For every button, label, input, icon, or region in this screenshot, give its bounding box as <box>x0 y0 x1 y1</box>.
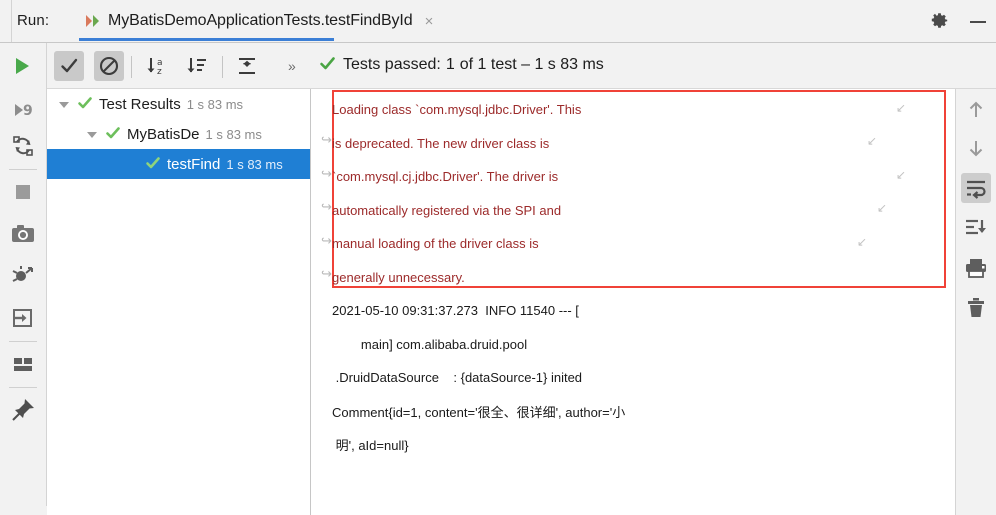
gear-icon[interactable] <box>930 11 950 31</box>
chevron-down-icon[interactable] <box>59 99 70 110</box>
camera-snapshot-icon[interactable] <box>8 219 38 249</box>
tree-row-label: MyBatisDe <box>127 125 200 143</box>
rerun-automatically-icon[interactable] <box>8 131 38 161</box>
console-line: 2021-05-10 09:31:37.273 INFO 11540 --- [ <box>332 303 579 319</box>
console-line: Loading class `com.mysql.jdbc.Driver'. T… <box>332 102 582 118</box>
tree-row-test-find-by-id[interactable]: testFind 1 s 83 ms <box>47 149 310 179</box>
rerun-play-icon[interactable] <box>16 58 29 74</box>
test-results-tree[interactable]: Test Results 1 s 83 ms MyBatisDe 1 s 83 … <box>47 89 311 515</box>
toolbar-overflow-button[interactable]: » <box>288 58 296 74</box>
svg-text:z: z <box>157 67 162 77</box>
soft-wrap-tail-icon: ↙ <box>857 235 868 249</box>
pin-tab-icon[interactable] <box>8 395 38 425</box>
sort-alphabetically-icon[interactable]: a z <box>142 51 172 81</box>
tab-active-underline <box>79 38 334 41</box>
close-icon[interactable]: × <box>425 14 434 29</box>
jump-to-source-icon[interactable] <box>8 303 38 333</box>
console-output[interactable]: Loading class `com.mysql.jdbc.Driver'. T… <box>311 89 955 515</box>
rerun-column <box>0 43 47 89</box>
console-line: Comment{id=1, content='很全、很详细', author='… <box>332 404 626 420</box>
soft-wrap-head-icon: ↪ <box>321 167 332 182</box>
soft-wrap-head-icon: ↪ <box>321 234 332 249</box>
minimize-icon[interactable] <box>968 11 988 31</box>
soft-wrap-head-icon: ↪ <box>321 267 332 282</box>
tree-row-mybatis-demo[interactable]: MyBatisDe 1 s 83 ms <box>47 119 310 149</box>
soft-wrap-tail-icon: ↙ <box>877 201 888 215</box>
tree-row-test-results[interactable]: Test Results 1 s 83 ms <box>47 89 310 119</box>
run-window-left-toolbar: 9 <box>0 89 47 515</box>
toolbar-separator-1 <box>131 56 132 78</box>
green-check-icon <box>105 125 121 144</box>
bottom-left-corner <box>0 506 47 515</box>
soft-wrap-head-icon: ↪ <box>321 200 332 215</box>
left-toolbar-separator-3 <box>9 387 37 388</box>
console-line: main] com.alibaba.druid.pool <box>332 336 528 352</box>
trash-icon[interactable] <box>961 293 991 323</box>
tab-title: MyBatisDemoApplicationTests.testFindById <box>108 12 413 29</box>
tree-row-duration: 1 s 83 ms <box>205 126 262 142</box>
run-window-label: Run: <box>17 12 50 29</box>
toolbar-separator-2 <box>222 56 223 78</box>
console-line: generally unnecessary. <box>332 269 465 285</box>
soft-wrap-icon[interactable] <box>961 173 991 203</box>
stop-icon[interactable] <box>8 177 38 207</box>
green-check-icon <box>145 155 161 174</box>
soft-wrap-head-icon: ↪ <box>321 133 332 148</box>
chevron-down-icon[interactable] <box>87 129 98 140</box>
console-line: .DruidDataSource : {dataSource-1} inited <box>332 370 583 386</box>
console-line: `com.mysql.cj.jdbc.Driver'. The driver i… <box>332 169 559 185</box>
console-line: automatically registered via the SPI and <box>332 202 562 218</box>
rerun-failed-tests-icon[interactable]: 9 <box>8 95 38 125</box>
soft-wrap-tail-icon: ↙ <box>867 134 878 148</box>
scroll-to-end-icon[interactable] <box>961 213 991 243</box>
layout-settings-icon[interactable] <box>8 349 38 379</box>
sort-by-duration-icon[interactable] <box>182 51 212 81</box>
left-toolbar-separator-2 <box>9 341 37 342</box>
soft-wrap-tail-icon: ↙ <box>896 168 907 182</box>
svg-text:9: 9 <box>23 103 33 119</box>
test-status-suffix: of 1 test – 1 s 83 ms <box>459 56 604 73</box>
show-passed-toggle[interactable] <box>54 51 84 81</box>
left-toolbar-separator-1 <box>9 169 37 170</box>
down-arrow-icon[interactable] <box>961 133 991 163</box>
soft-wrap-tail-icon: ↙ <box>896 101 907 115</box>
tree-row-label: testFind <box>167 155 221 173</box>
mute-breakpoints-icon[interactable] <box>8 261 38 291</box>
run-configuration-icon <box>86 14 100 28</box>
show-ignored-toggle[interactable] <box>94 51 124 81</box>
tab-test-run[interactable]: MyBatisDemoApplicationTests.testFindById… <box>78 0 441 42</box>
test-status-prefix: Tests passed: <box>343 56 441 73</box>
print-icon[interactable] <box>961 253 991 283</box>
expand-collapse-icon[interactable] <box>232 51 262 81</box>
tree-row-duration: 1 s 83 ms <box>186 96 244 112</box>
console-line: is deprecated. The new driver class is <box>332 135 550 151</box>
console-line: manual loading of the driver class is <box>332 236 539 252</box>
tree-row-duration: 1 s 83 ms <box>226 156 283 172</box>
console-line: 明', aId=null} <box>332 438 409 454</box>
green-check-icon <box>77 95 93 114</box>
up-arrow-icon[interactable] <box>961 95 991 125</box>
test-runner-toolbar: a z » Tests passed: 1 of 1 test – 1 s 83… <box>0 43 996 89</box>
run-tool-window-header: Run: MyBatisDemoApplicationTests.testFin… <box>0 0 996 43</box>
header-left-stub <box>0 0 12 42</box>
test-status-line: Tests passed: 1 of 1 test – 1 s 83 ms <box>319 55 604 75</box>
tree-row-label: Test Results <box>99 95 181 113</box>
console-right-toolbar <box>955 89 996 515</box>
green-check-icon <box>319 55 336 75</box>
test-status-count: 1 <box>445 56 455 73</box>
